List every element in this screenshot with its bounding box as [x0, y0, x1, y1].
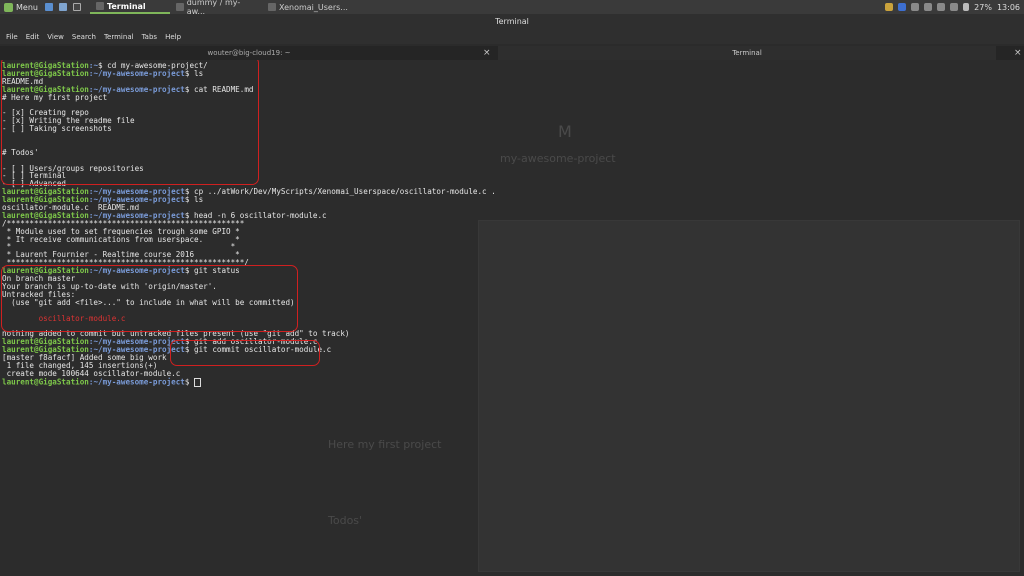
terminal-line: laurent@GigaStation:~/my-awesome-project…	[2, 377, 496, 387]
taskbar-item-label: Xenomai_Users...	[278, 2, 348, 12]
battery-percent: 27%	[974, 2, 992, 12]
system-tray: 27% 13:06	[885, 0, 1020, 14]
mint-logo-icon	[4, 2, 13, 12]
window-icon	[267, 3, 276, 11]
menu-button[interactable]: Menu	[0, 2, 42, 12]
window-title: Terminal	[0, 14, 1024, 30]
menu-search[interactable]: Search	[72, 33, 96, 41]
todos-heading: Todos'	[328, 514, 363, 527]
command-text: $	[184, 377, 195, 387]
window-icon	[95, 2, 104, 10]
highlight-box	[1, 60, 259, 185]
project-title: my-awesome-project	[500, 152, 616, 165]
battery-icon[interactable]	[963, 3, 970, 11]
file-manager-icon[interactable]	[58, 3, 67, 11]
network-icon[interactable]	[924, 3, 933, 11]
volume-icon[interactable]	[950, 3, 959, 11]
highlight-box	[170, 340, 320, 366]
tab-bar: wouter@big-cloud19: ~ × Terminal ×	[0, 46, 1024, 60]
mail-icon[interactable]	[937, 3, 946, 11]
prompt-path: :~/my-awesome-project	[88, 377, 185, 387]
highlight-box	[1, 265, 298, 332]
background-dialog	[478, 220, 1020, 572]
command-text: $ ls	[184, 195, 204, 205]
menu-view[interactable]: View	[47, 33, 64, 41]
menu-tabs[interactable]: Tabs	[142, 33, 158, 41]
close-tab-icon[interactable]: ×	[1014, 46, 1022, 60]
menu-file[interactable]: File	[6, 33, 18, 41]
menu-help[interactable]: Help	[165, 33, 181, 41]
close-tab-icon[interactable]: ×	[483, 46, 491, 60]
clock[interactable]: 13:06	[997, 3, 1020, 12]
show-desktop-icon[interactable]	[44, 3, 53, 11]
taskbar-item[interactable]: Terminal	[89, 0, 170, 14]
terminal-area[interactable]: M my-awesome-project Here my first proje…	[0, 60, 1024, 576]
tab-ssh[interactable]: wouter@big-cloud19: ~	[0, 46, 498, 60]
taskbar-item-label: Terminal	[106, 1, 146, 11]
window-icon	[175, 3, 184, 11]
menu-bar: File Edit View Search Terminal Tabs Help	[0, 30, 1024, 44]
taskbar-item[interactable]: dummy / my-aw...	[170, 0, 262, 16]
menu-edit[interactable]: Edit	[26, 33, 40, 41]
shield-icon[interactable]	[885, 3, 894, 11]
terminal-launcher-icon[interactable]	[72, 3, 81, 11]
readme-heading: Here my first project	[328, 438, 442, 451]
tab-terminal[interactable]: Terminal	[498, 46, 996, 60]
command-text: $ cp ../atWork/Dev/MyScripts/Xenomai_Use…	[184, 187, 496, 197]
app-icon[interactable]	[911, 3, 920, 11]
taskbar-item[interactable]: Xenomai_Users...	[262, 0, 354, 14]
menu-terminal[interactable]: Terminal	[104, 33, 134, 41]
prompt-user: laurent@GigaStation	[2, 377, 89, 387]
menu-label: Menu	[16, 2, 38, 12]
text-cursor	[194, 377, 202, 387]
avatar: M	[558, 122, 572, 141]
bluetooth-icon[interactable]	[898, 3, 907, 11]
top-panel: Menu Terminal dummy / my-aw... Xenomai_Use…	[0, 0, 1024, 16]
